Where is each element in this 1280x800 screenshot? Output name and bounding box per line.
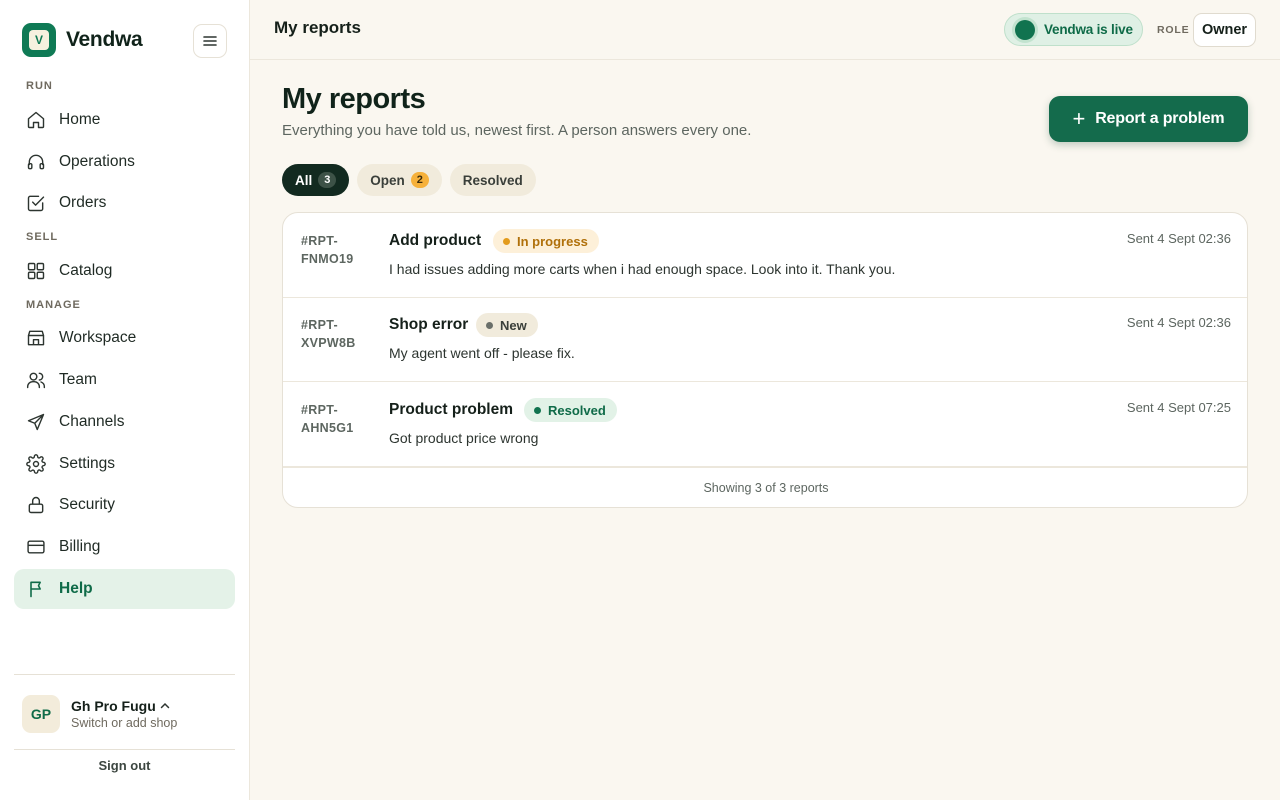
sidebar-item-label: Settings — [59, 455, 116, 472]
sidebar-item-label: Channels — [59, 413, 125, 430]
sidebar: V Vendwa RUN Home Operations Orders SELL… — [0, 0, 250, 800]
filter-count: 2 — [410, 172, 429, 188]
live-status-text: Vendwa is live — [1044, 22, 1133, 37]
role-label: ROLE — [1157, 24, 1190, 36]
sidebar-item-label: Home — [59, 111, 101, 128]
sidebar-divider — [14, 749, 235, 750]
lock-icon — [26, 495, 46, 515]
sidebar-item-security[interactable]: Security — [14, 485, 235, 525]
grid-icon — [26, 261, 46, 281]
sidebar-item-label: Billing — [59, 538, 101, 555]
status-badge: New — [476, 313, 538, 337]
sidebar-item-label: Orders — [59, 194, 107, 211]
filter-label: Resolved — [462, 172, 523, 188]
sidebar-item-label: Workspace — [59, 329, 137, 346]
report-description: My agent went off - please fix. — [389, 345, 575, 361]
live-status-dot — [1015, 19, 1035, 40]
send-icon — [26, 412, 46, 432]
section-label-run: RUN — [26, 80, 53, 92]
report-row[interactable]: #RPT-FNMO19 Add product In progress I ha… — [283, 213, 1247, 298]
reports-footer: Showing 3 of 3 reports — [283, 467, 1247, 507]
sidebar-item-billing[interactable]: Billing — [14, 527, 235, 567]
report-row[interactable]: #RPT-AHN5G1 Product problem Resolved Got… — [283, 382, 1247, 467]
brand-logo: V — [22, 23, 56, 57]
sidebar-item-channels[interactable]: Channels — [14, 402, 235, 442]
report-problem-button[interactable]: + Report a problem — [1049, 96, 1248, 142]
plus-icon: + — [1072, 106, 1086, 131]
checkbox-icon — [26, 193, 46, 213]
section-label-sell: SELL — [26, 231, 59, 243]
sidebar-divider — [14, 674, 235, 675]
sidebar-item-operations[interactable]: Operations — [14, 142, 235, 182]
filter-label: All — [295, 172, 313, 188]
chevron-up-icon — [160, 702, 170, 709]
status-badge: Resolved — [524, 398, 617, 422]
sidebar-item-settings[interactable]: Settings — [14, 444, 235, 484]
shop-name: Gh Pro Fugu — [71, 698, 156, 714]
report-id: #RPT-FNMO19 — [301, 234, 354, 266]
status-dot — [503, 237, 510, 245]
report-id: #RPT-AHN5G1 — [301, 403, 354, 435]
report-id: #RPT-XVPW8B — [301, 318, 356, 350]
filter-count: 3 — [318, 172, 337, 188]
report-description: I had issues adding more carts when i ha… — [389, 261, 896, 277]
users-icon — [26, 370, 46, 390]
menu-toggle-button[interactable] — [193, 24, 227, 58]
live-status-toggle[interactable]: Vendwa is live — [1004, 13, 1143, 46]
role-selector[interactable]: Owner — [1193, 13, 1256, 47]
sidebar-item-label: Operations — [59, 153, 135, 170]
status-text: New — [500, 317, 527, 333]
hamburger-icon — [203, 36, 217, 46]
sidebar-item-home[interactable]: Home — [14, 100, 235, 140]
shop-name-row: Gh Pro Fugu — [71, 698, 177, 714]
report-time: Sent 4 Sept 02:36 — [1126, 315, 1231, 330]
report-row[interactable]: #RPT-XVPW8B Shop error New My agent went… — [283, 297, 1247, 382]
report-title: Shop error — [389, 316, 469, 333]
sidebar-item-label: Team — [59, 371, 97, 388]
shop-switcher[interactable]: GP Gh Pro Fugu Switch or add shop — [22, 695, 177, 733]
report-description: Got product price wrong — [389, 430, 539, 446]
topbar-title: My reports — [274, 18, 361, 37]
report-time: Sent 4 Sept 07:25 — [1126, 400, 1231, 415]
flag-icon — [26, 579, 46, 599]
page-subtitle: Everything you have told us, newest firs… — [282, 122, 752, 139]
filter-open[interactable]: Open 2 — [357, 164, 442, 196]
sidebar-item-workspace[interactable]: Workspace — [14, 318, 235, 358]
sidebar-item-team[interactable]: Team — [14, 360, 235, 400]
store-icon — [26, 328, 46, 348]
top-bar: My reports Vendwa is live ROLE Owner — [250, 0, 1280, 60]
sidebar-item-label: Security — [59, 496, 115, 513]
report-problem-label: Report a problem — [1095, 110, 1225, 127]
page-title: My reports — [282, 83, 426, 115]
filter-label: Open — [370, 172, 405, 188]
filter-all[interactable]: All 3 — [282, 164, 350, 196]
sidebar-item-label: Catalog — [59, 262, 113, 279]
sidebar-item-label: Help — [59, 580, 93, 597]
sidebar-item-help[interactable]: Help — [14, 569, 235, 609]
status-text: Resolved — [548, 402, 606, 418]
brand-name: Vendwa — [66, 28, 143, 51]
report-title: Product problem — [389, 401, 514, 418]
status-text: In progress — [517, 233, 588, 249]
status-dot — [486, 321, 493, 329]
home-icon — [26, 110, 46, 130]
brand-logo-letter: V — [29, 30, 49, 50]
gear-icon — [26, 454, 46, 474]
section-label-manage: MANAGE — [26, 299, 81, 311]
reports-list: #RPT-FNMO19 Add product In progress I ha… — [282, 212, 1248, 508]
sign-out-button[interactable]: Sign out — [14, 758, 235, 773]
report-title: Add product — [389, 232, 482, 249]
filter-tabs: All 3 Open 2 Resolved — [282, 164, 536, 196]
report-time: Sent 4 Sept 02:36 — [1126, 231, 1231, 246]
sidebar-item-orders[interactable]: Orders — [14, 183, 235, 223]
credit-card-icon — [26, 537, 46, 557]
shop-avatar: GP — [22, 695, 60, 733]
status-badge: In progress — [493, 229, 599, 253]
status-dot — [534, 406, 541, 414]
headphones-icon — [26, 152, 46, 172]
brand[interactable]: V Vendwa — [22, 23, 143, 57]
filter-resolved[interactable]: Resolved — [449, 164, 536, 196]
sidebar-item-catalog[interactable]: Catalog — [14, 251, 235, 291]
shop-switch-hint: Switch or add shop — [71, 716, 178, 730]
